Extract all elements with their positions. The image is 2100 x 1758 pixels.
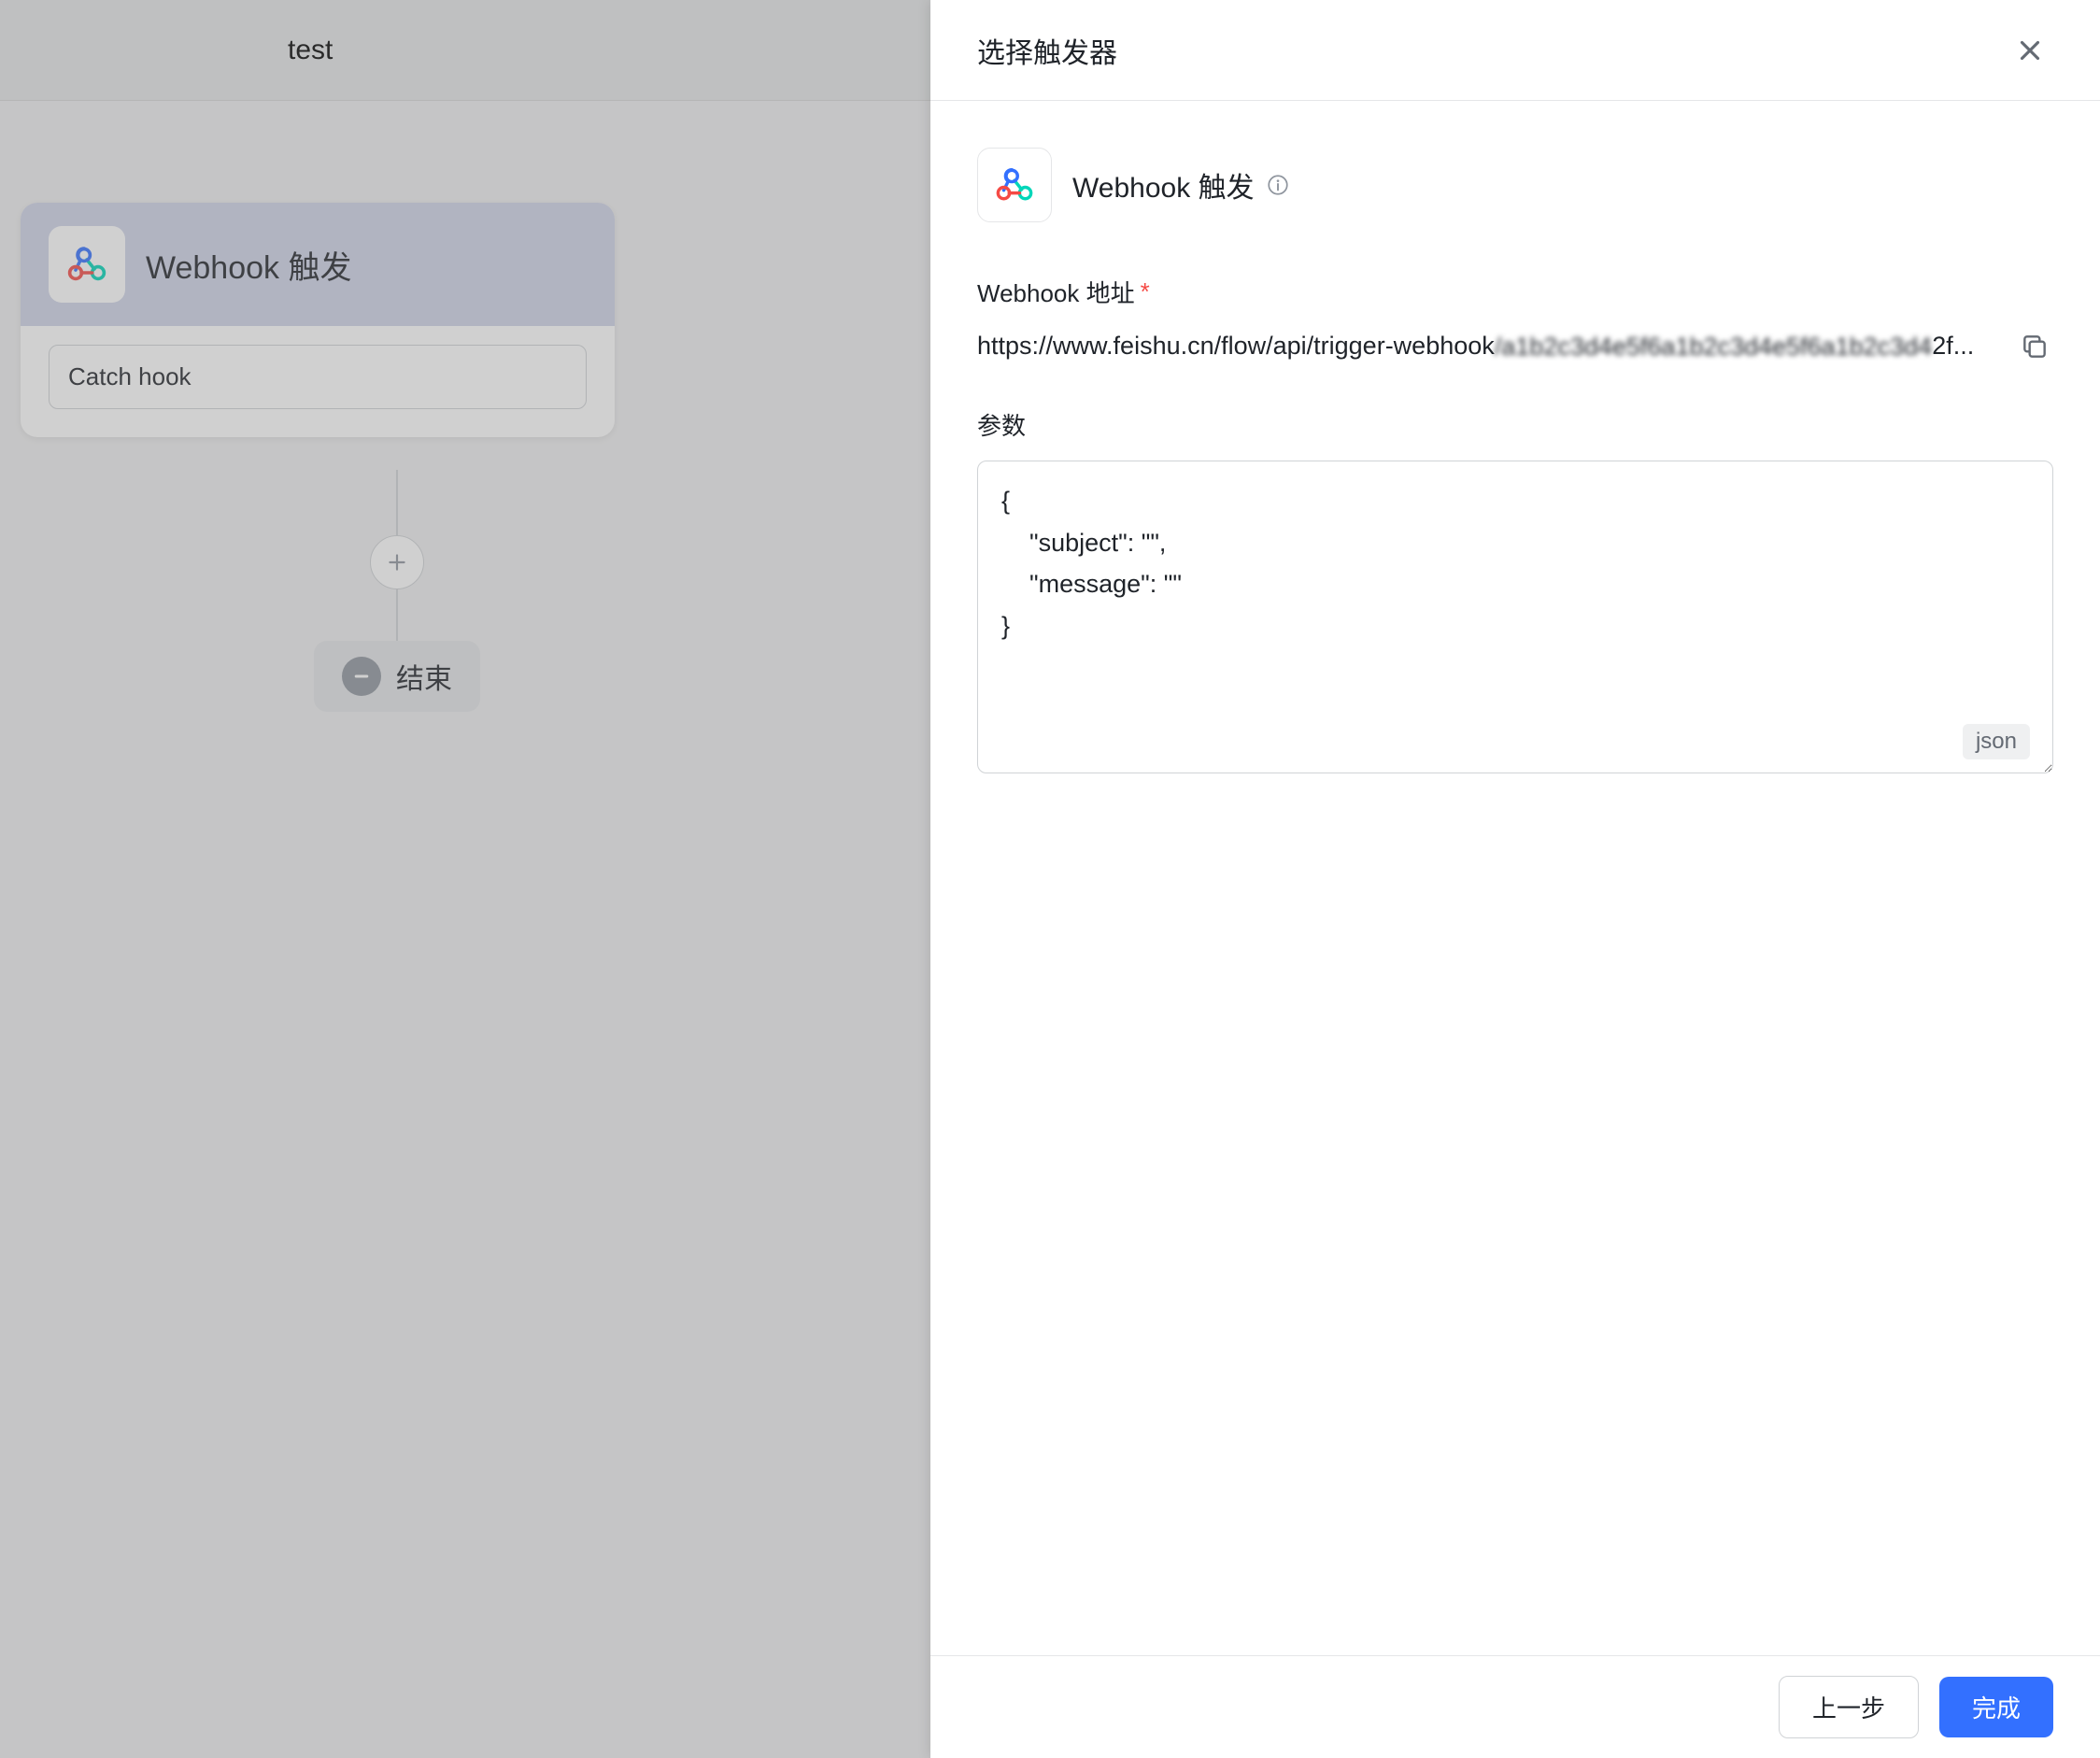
connector-line [396, 470, 398, 535]
end-node[interactable]: 结束 [314, 641, 480, 712]
webhook-url-row: https://www.feishu.cn/flow/api/trigger-w… [977, 328, 2053, 365]
node-title: Webhook 触发 [146, 242, 351, 288]
panel-header: 选择触发器 [930, 0, 2100, 101]
required-indicator: * [1141, 277, 1150, 306]
params-label: 参数 [977, 407, 2053, 442]
webhook-url-value[interactable]: https://www.feishu.cn/flow/api/trigger-w… [977, 332, 1993, 362]
trigger-config-panel: 选择触发器 Webhook 触发 [930, 0, 2100, 1758]
format-badge: json [1963, 724, 2030, 759]
info-icon[interactable] [1266, 173, 1290, 197]
trigger-title-row: Webhook 触发 [1072, 164, 1290, 206]
end-label: 结束 [396, 656, 452, 697]
url-redacted: /a1b2c3d4e5f6a1b2c3d4e5f6a1b2c3d4 [1495, 333, 1932, 362]
url-suffix: 2f... [1932, 332, 1974, 360]
params-section: 参数 json [977, 407, 2053, 778]
node-header: Webhook 触发 [21, 203, 615, 326]
webhook-url-section: Webhook 地址 * https://www.feishu.cn/flow/… [977, 275, 2053, 365]
webhook-url-label: Webhook 地址 * [977, 275, 2053, 309]
node-connector: 结束 [314, 470, 480, 712]
trigger-header: Webhook 触发 [977, 148, 2053, 222]
prev-button[interactable]: 上一步 [1779, 1676, 1919, 1738]
params-textarea-wrapper: json [977, 461, 2053, 778]
panel-title: 选择触发器 [977, 30, 1117, 71]
webhook-icon [977, 148, 1052, 222]
field-label-text: Webhook 地址 [977, 275, 1135, 309]
workflow-trigger-node[interactable]: Webhook 触发 [21, 203, 615, 437]
panel-content: Webhook 触发 Webhook 地址 * https://www.feis… [930, 101, 2100, 1655]
params-textarea[interactable] [977, 461, 2053, 773]
done-button[interactable]: 完成 [1939, 1677, 2053, 1737]
end-icon [342, 657, 381, 696]
webhook-icon [49, 226, 125, 303]
add-node-button[interactable] [370, 535, 424, 589]
field-label-text: 参数 [977, 407, 1026, 442]
connector-line [396, 589, 398, 641]
node-action-input[interactable] [49, 345, 587, 409]
copy-url-button[interactable] [2016, 328, 2053, 365]
trigger-title: Webhook 触发 [1072, 164, 1255, 206]
url-prefix: https://www.feishu.cn/flow/api/trigger-w… [977, 332, 1495, 360]
workflow-title: test [288, 35, 333, 66]
close-button[interactable] [2007, 27, 2053, 74]
panel-footer: 上一步 完成 [930, 1655, 2100, 1758]
node-body [21, 326, 615, 437]
